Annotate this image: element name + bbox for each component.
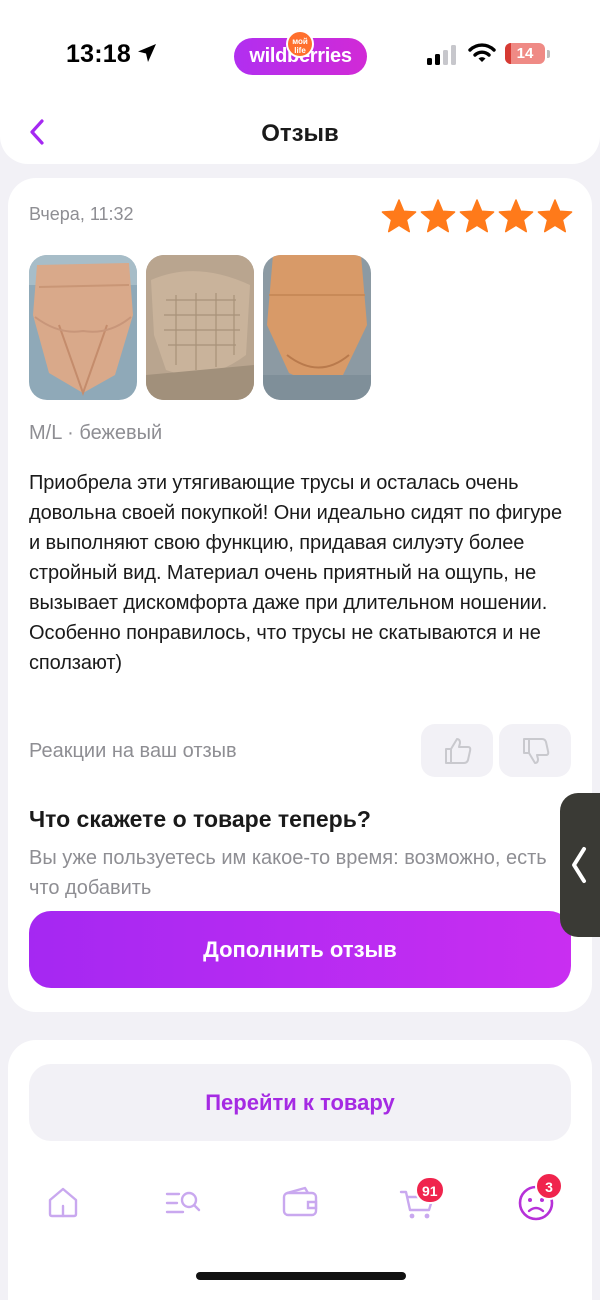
status-time: 13:18 (66, 40, 131, 68)
battery-cap (547, 50, 550, 58)
product-variant: M/L · бежевый (29, 422, 163, 444)
review-photos (29, 255, 371, 400)
thumbs-down-icon (523, 738, 550, 764)
star-icon (459, 199, 495, 233)
star-rating (380, 198, 576, 236)
star-icon (420, 199, 456, 233)
battery-icon: 14 (505, 43, 545, 64)
chevron-left-icon (572, 847, 586, 883)
star-icon (537, 199, 573, 233)
page-title: Отзыв (261, 120, 339, 147)
cart-badge: 91 (415, 1176, 445, 1204)
photo-image (263, 255, 371, 400)
review-text: Приобрела эти утягивающие трусы и остала… (29, 472, 562, 674)
screen: 13:18 wildberries мой life 14 (0, 0, 600, 1300)
like-button[interactable] (421, 724, 493, 777)
tab-cart[interactable]: 91 (393, 1176, 445, 1228)
tab-home[interactable] (38, 1178, 88, 1228)
side-panel-handle[interactable] (560, 793, 600, 937)
tab-bar: 91 3 (0, 1168, 600, 1238)
status-bar: 13:18 wildberries мой life 14 (0, 0, 600, 100)
home-icon (48, 1187, 78, 1218)
cellular-signal-icon (427, 45, 456, 65)
search-list-icon (165, 1191, 201, 1214)
star-icon (498, 199, 534, 233)
home-indicator (196, 1272, 406, 1280)
battery-level: 14 (516, 45, 534, 62)
page-header: Отзыв (0, 100, 600, 164)
tab-catalog[interactable] (157, 1178, 207, 1228)
prompt-subtitle: Вы уже пользуетесь им какое-то время: во… (29, 847, 547, 899)
reactions-label: Реакции на ваш отзыв (29, 740, 237, 762)
photo-image (146, 255, 254, 400)
review-date: Вчера, 11:32 (29, 204, 134, 224)
review-card: Вчера, 11:32 M/L · бежевый Приобрела эти… (8, 178, 592, 1012)
prompt-title: Что скажете о товаре теперь? (29, 806, 371, 832)
brand-logo: wildberries мой life (234, 30, 367, 75)
review-photo-1[interactable] (29, 255, 137, 400)
wallet-icon (282, 1186, 318, 1217)
profile-badge: 3 (535, 1172, 563, 1200)
tab-wallet[interactable] (275, 1178, 325, 1228)
wifi-icon (468, 43, 496, 62)
review-photo-2[interactable] (146, 255, 254, 400)
tab-profile[interactable]: 3 (511, 1172, 563, 1228)
review-photo-3[interactable] (263, 255, 371, 400)
go-to-product-button[interactable]: Перейти к товару (29, 1064, 571, 1141)
location-arrow-icon (138, 44, 156, 62)
photo-image (29, 255, 137, 400)
dislike-button[interactable] (499, 724, 571, 777)
thumbs-up-icon (445, 738, 472, 764)
add-to-review-button[interactable]: Дополнить отзыв (29, 911, 571, 988)
battery-fill (505, 43, 511, 64)
star-icon (381, 199, 417, 233)
brand-badge: мой life (286, 30, 314, 58)
